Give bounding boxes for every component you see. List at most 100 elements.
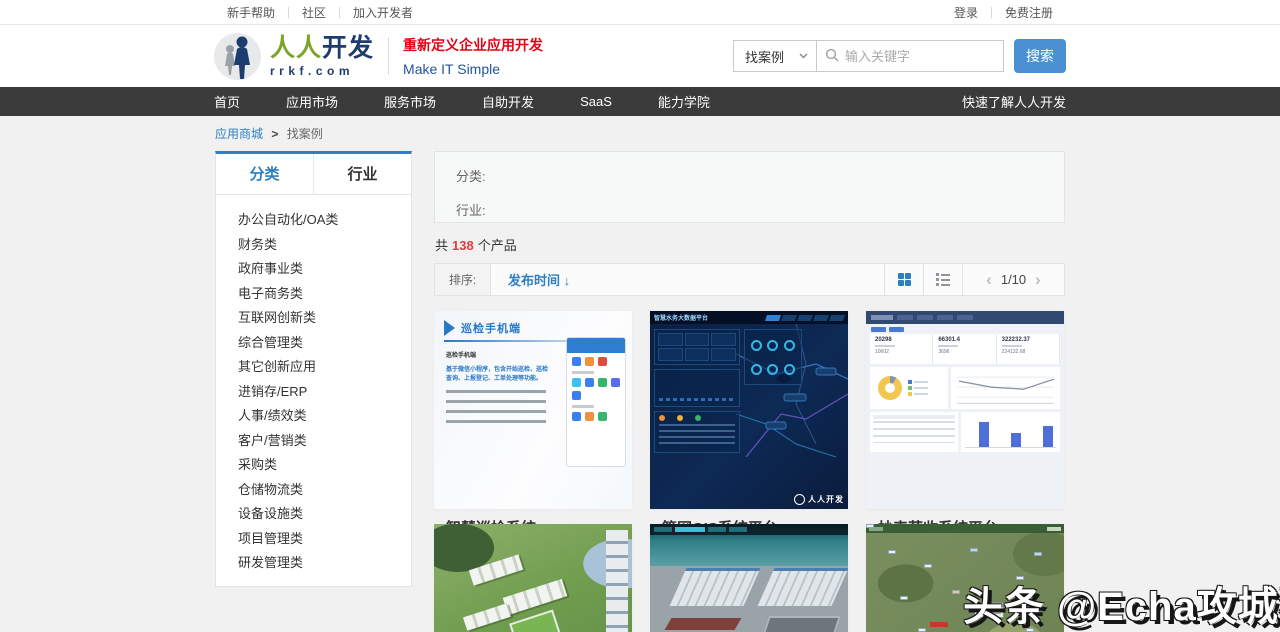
main-nav: 首页 应用市场 服务市场 自助开发 SaaS 能力学院 快速了解人人开发	[0, 87, 1280, 116]
product-card-3d-warehouse[interactable]	[650, 524, 848, 632]
sidebar-item-finance[interactable]: 财务类	[238, 233, 411, 258]
page-indicator: 1/10	[1001, 272, 1026, 287]
search-button[interactable]: 搜索	[1014, 39, 1066, 73]
register-link[interactable]: 免费注册	[992, 4, 1066, 21]
search-category-value: 找案例	[745, 47, 784, 66]
line-chart	[951, 367, 1060, 409]
sports-field	[509, 610, 561, 632]
site-header: 人人开发 rrkf.com 重新定义企业应用开发 Make IT Simple …	[0, 25, 1280, 87]
photo-watermark: 头条 @Echa攻城狮	[963, 574, 1280, 632]
product-preview	[434, 524, 632, 632]
grid-view-button[interactable]	[884, 264, 923, 295]
sidebar-item-management[interactable]: 综合管理类	[238, 331, 411, 356]
filter-panel: 分类: 行业:	[434, 151, 1065, 223]
sidebar-item-facility[interactable]: 设备设施类	[238, 502, 411, 527]
sidebar-item-other-innovation[interactable]: 其它创新应用	[238, 355, 411, 380]
sidebar-item-warehouse[interactable]: 仓储物流类	[238, 478, 411, 503]
sort-by-publish-time[interactable]: 发布时间 ↓	[491, 264, 587, 295]
sidebar-item-oa[interactable]: 办公自动化/OA类	[238, 208, 411, 233]
result-count-number: 138	[452, 238, 474, 253]
result-count-suffix: 个产品	[478, 238, 517, 253]
preview-dashboard-title: 智慧水务大数据平台	[654, 313, 708, 322]
result-count: 共 138 个产品	[435, 235, 1064, 254]
donut-chart	[870, 367, 948, 409]
sidebar-item-rnd[interactable]: 研发管理类	[238, 551, 411, 576]
spacer	[587, 264, 884, 295]
table-panel	[654, 411, 740, 453]
result-count-prefix: 共	[435, 238, 448, 253]
stats-panel	[654, 329, 740, 365]
chart-panel	[654, 369, 740, 407]
phone-mockup	[566, 337, 626, 467]
preview-nav-tabs	[766, 315, 844, 321]
sidebar-item-crm[interactable]: 客户/营销类	[238, 429, 411, 454]
nav-item-academy[interactable]: 能力学院	[658, 92, 710, 111]
next-page-button[interactable]: ›	[1035, 271, 1041, 288]
nav-item-app-market[interactable]: 应用市场	[286, 92, 338, 111]
sort-label: 排序:	[435, 264, 491, 295]
product-card-campus-aerial[interactable]	[434, 524, 632, 632]
chevron-right-icon	[444, 320, 455, 336]
greenhouse-roof	[670, 568, 761, 606]
list-view-button[interactable]	[923, 264, 962, 295]
search-input[interactable]	[816, 40, 1004, 72]
brand-text[interactable]: 人人开发 rrkf.com	[270, 36, 374, 77]
nav-quick-intro[interactable]: 快速了解人人开发	[962, 92, 1066, 111]
data-table	[870, 412, 958, 452]
concrete-pad	[755, 616, 841, 632]
alert-marker	[930, 622, 948, 627]
product-card-smart-inspection[interactable]: 巡检手机端 巡检手机端 基于微信小程序，包含开始巡检、巡检查询、上报登记、工单处…	[434, 311, 632, 509]
preview-bullet-lines	[446, 390, 546, 428]
topbar-link-community[interactable]: 社区	[289, 4, 339, 21]
login-link[interactable]: 登录	[941, 4, 991, 21]
building-block	[503, 579, 568, 615]
search-icon	[825, 48, 839, 62]
filter-category-label: 分类:	[456, 166, 1043, 185]
warehouse-building	[665, 618, 742, 630]
product-card-meter-billing[interactable]: 20298 10602 66301.4 3696 322232.37	[866, 311, 1064, 509]
rrkf-watermark: 人人开发	[794, 494, 844, 505]
breadcrumb: 应用商城 > 找案例	[215, 125, 1065, 141]
topbar-link-help[interactable]: 新手帮助	[214, 4, 288, 21]
rrkf-logo-icon	[794, 494, 805, 505]
sidebar-item-government[interactable]: 政府事业类	[238, 257, 411, 282]
sidebar-item-erp[interactable]: 进销存/ERP	[238, 380, 411, 405]
brand-domain: rrkf.com	[270, 65, 374, 77]
breadcrumb-current: 找案例	[287, 127, 323, 141]
tagline: 重新定义企业应用开发 Make IT Simple	[403, 35, 543, 77]
tagline-chinese: 重新定义企业应用开发	[403, 35, 543, 55]
prev-page-button[interactable]: ‹	[986, 271, 992, 288]
kpi-sub-value: 10602	[875, 349, 889, 355]
search-category-select[interactable]: 找案例	[733, 40, 817, 72]
category-list: 办公自动化/OA类 财务类 政府事业类 电子商务类 互联网创新类 综合管理类 其…	[216, 195, 411, 576]
nav-item-saas[interactable]: SaaS	[580, 94, 612, 109]
sidebar-item-ecommerce[interactable]: 电子商务类	[238, 282, 411, 307]
topbar-link-join-developer[interactable]: 加入开发者	[340, 4, 426, 21]
sidebar-item-project[interactable]: 项目管理类	[238, 527, 411, 552]
sort-toolbar: 排序: 发布时间 ↓ ‹ 1/10 ›	[434, 263, 1065, 296]
brand-name-part1: 人人	[270, 34, 322, 62]
tab-category[interactable]: 分类	[216, 154, 313, 194]
nav-item-home[interactable]: 首页	[214, 92, 240, 111]
preview-slide-title: 巡检手机端	[461, 320, 521, 336]
kpi-value: 66301.4	[938, 337, 960, 343]
sidebar-item-procurement[interactable]: 采购类	[238, 453, 411, 478]
chevron-down-icon	[799, 53, 808, 59]
filter-industry-label: 行业:	[456, 200, 1043, 219]
product-card-pipeline-gis[interactable]: 智慧水务大数据平台	[650, 311, 848, 509]
nav-item-self-dev[interactable]: 自助开发	[482, 92, 534, 111]
grid-view-icon	[898, 273, 911, 286]
breadcrumb-separator: >	[271, 127, 278, 141]
sidebar-item-hr[interactable]: 人事/绩效类	[238, 404, 411, 429]
kpi-value: 20298	[875, 337, 892, 343]
nav-item-service-market[interactable]: 服务市场	[384, 92, 436, 111]
breadcrumb-root[interactable]: 应用商城	[215, 127, 263, 141]
kpi-sub-value: 3696	[938, 349, 949, 355]
tab-industry[interactable]: 行业	[313, 154, 411, 194]
brand-logo-icon[interactable]	[214, 33, 261, 80]
kpi-band: 20298 10602 66301.4 3696 322232.37	[870, 334, 1060, 364]
category-sidebar: 分类 行业 办公自动化/OA类 财务类 政府事业类 电子商务类 互联网创新类 综…	[215, 151, 412, 587]
gauges-panel	[744, 329, 802, 385]
sidebar-item-internet[interactable]: 互联网创新类	[238, 306, 411, 331]
preview-filter-chips	[866, 324, 1064, 334]
